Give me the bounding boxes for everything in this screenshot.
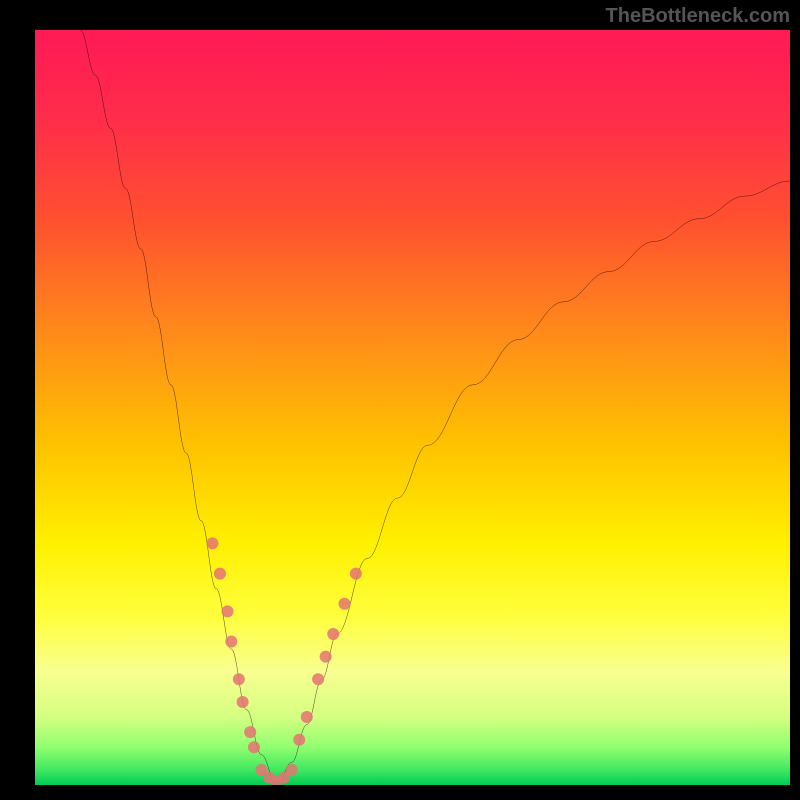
watermark-text: TheBottleneck.com: [606, 5, 790, 28]
data-marker: [350, 568, 362, 580]
data-marker: [222, 605, 234, 617]
data-marker: [225, 636, 237, 648]
data-marker: [286, 764, 298, 776]
curve-overlay: [35, 30, 790, 785]
data-marker: [327, 628, 339, 640]
data-marker: [206, 537, 218, 549]
plot-area: [35, 30, 790, 785]
data-marker: [339, 598, 351, 610]
curve-left-branch: [80, 30, 276, 785]
data-marker: [214, 568, 226, 580]
data-marker: [293, 734, 305, 746]
curve-right-branch: [277, 181, 790, 785]
data-marker: [248, 741, 260, 753]
chart-container: TheBottleneck.com: [0, 0, 800, 800]
data-marker: [233, 673, 245, 685]
data-marker: [301, 711, 313, 723]
data-marker: [320, 651, 332, 663]
data-marker: [244, 726, 256, 738]
data-marker: [312, 673, 324, 685]
data-marker: [237, 696, 249, 708]
